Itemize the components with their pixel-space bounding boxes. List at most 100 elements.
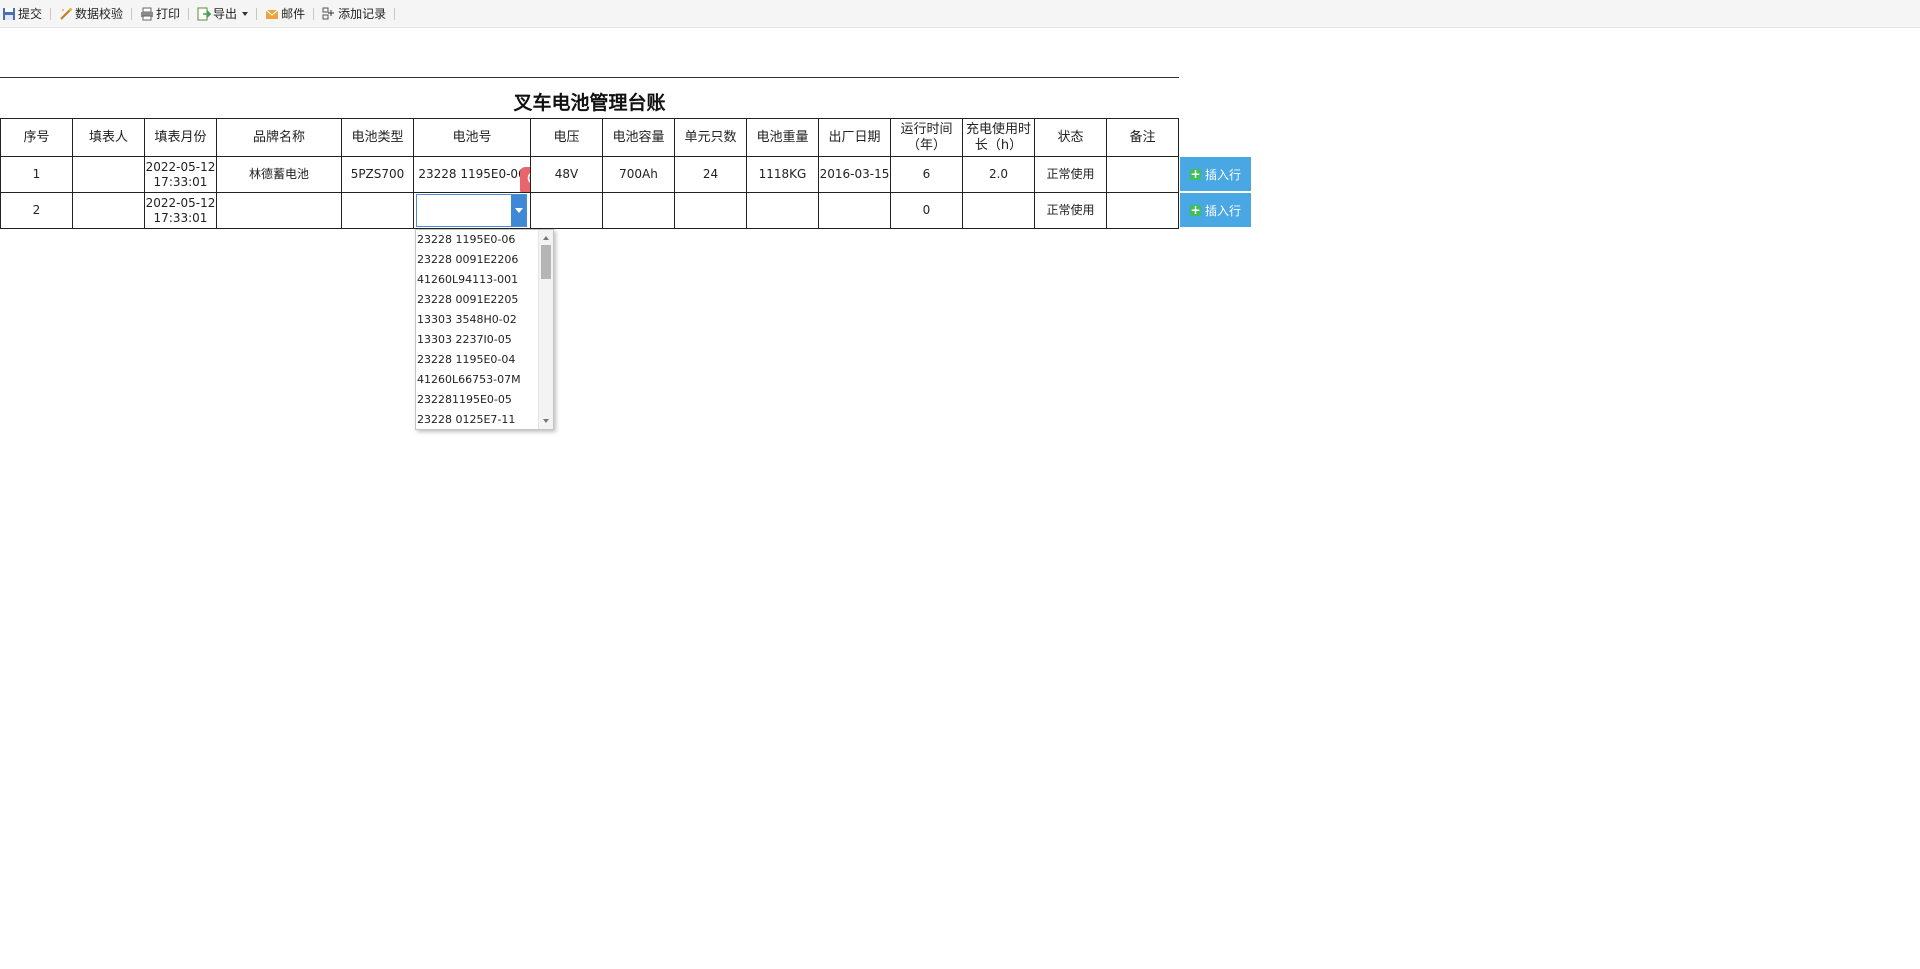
battery-no-dropdown-list: 23228 1195E0-06 23228 0091E2206 41260L94…	[415, 229, 554, 430]
header-cell-type: 电池类型	[341, 118, 414, 157]
validate-label: 数据校验	[75, 7, 124, 21]
header-cell-voltage: 电压	[530, 118, 603, 157]
dropdown-option[interactable]: 41260L66753-07M	[416, 370, 538, 390]
chevron-down-icon	[514, 208, 523, 213]
header-cell-charge-hours: 充电使用时长（h）	[962, 118, 1035, 157]
insert-row-label: 插入行	[1204, 203, 1241, 218]
cell-month[interactable]: 2022-05-12 17:33:01	[144, 156, 217, 193]
table-row: 1 2022-05-12 17:33:01 林德蓄电池 5PZS700 2322…	[0, 156, 1179, 193]
submit-button[interactable]: 提交	[0, 4, 44, 24]
dropdown-option[interactable]: 23228 0091E2206	[416, 250, 538, 270]
plus-icon: +	[1189, 202, 1201, 217]
cell-brand[interactable]: 林德蓄电池	[216, 156, 342, 193]
cell-no[interactable]: 2	[0, 192, 73, 229]
add-record-icon	[322, 7, 336, 21]
battery-no-combobox[interactable]	[416, 194, 527, 227]
print-label: 打印	[156, 7, 181, 21]
cell-weight[interactable]: 1118KG	[746, 156, 819, 193]
export-icon	[197, 7, 212, 21]
dropdown-option[interactable]: 23228 1195E0-06	[416, 230, 538, 250]
cell-type[interactable]	[341, 192, 414, 229]
printer-icon	[140, 7, 154, 21]
toolbar-separator	[131, 7, 133, 20]
print-button[interactable]: 打印	[138, 4, 182, 24]
header-cell-remark: 备注	[1106, 118, 1179, 157]
scroll-down-icon[interactable]	[543, 419, 549, 423]
header-cell-filler: 填表人	[72, 118, 145, 157]
mail-label: 邮件	[281, 7, 306, 21]
insert-row-label: 插入行	[1204, 167, 1241, 182]
search-icon	[526, 170, 530, 192]
cell-voltage[interactable]	[530, 192, 603, 229]
cell-status[interactable]: 正常使用	[1034, 192, 1107, 229]
header-cell-capacity: 电池容量	[602, 118, 675, 157]
cell-charge-hours[interactable]: 2.0	[962, 156, 1035, 193]
cell-battery-no[interactable]: 23228 1195E0-06	[413, 156, 531, 193]
cell-remark[interactable]	[1106, 156, 1179, 193]
header-cell-status: 状态	[1034, 118, 1107, 157]
scrollbar-thumb[interactable]	[541, 245, 551, 279]
dropdown-option[interactable]: 23228 1195E0-04	[416, 350, 538, 370]
cell-run-years[interactable]: 0	[890, 192, 963, 229]
header-cell-no: 序号	[0, 118, 73, 157]
cell-type[interactable]: 5PZS700	[341, 156, 414, 193]
cell-cells[interactable]: 24	[674, 156, 747, 193]
cell-run-years[interactable]: 6	[890, 156, 963, 193]
dropdown-arrow-button[interactable]	[511, 195, 526, 226]
toolbar-separator	[50, 7, 52, 20]
battery-ledger-table: 序号 填表人 填表月份 品牌名称 电池类型 电池号 电压 电池容量 单元只数 电…	[0, 118, 1179, 229]
dropdown-options: 23228 1195E0-06 23228 0091E2206 41260L94…	[416, 230, 538, 429]
dropdown-option[interactable]: 23228 0091E2205	[416, 290, 538, 310]
insert-row-button[interactable]: + 插入行	[1180, 193, 1251, 227]
cell-capacity[interactable]: 700Ah	[602, 156, 675, 193]
battery-no-value: 23228 1195E0-06	[418, 167, 526, 181]
scroll-up-icon[interactable]	[543, 236, 549, 240]
cell-filler[interactable]	[72, 192, 145, 229]
add-record-button[interactable]: 添加记录	[320, 4, 388, 24]
cell-capacity[interactable]	[602, 192, 675, 229]
cell-factory-date[interactable]	[818, 192, 891, 229]
table-header-row: 序号 填表人 填表月份 品牌名称 电池类型 电池号 电压 电池容量 单元只数 电…	[0, 118, 1179, 157]
toolbar-separator	[256, 7, 258, 20]
cell-status[interactable]: 正常使用	[1034, 156, 1107, 193]
toolbar: 提交 数据校验 打印 导出 邮件 添加记录	[0, 0, 1920, 28]
export-label: 导出	[213, 7, 238, 21]
header-cell-cells: 单元只数	[674, 118, 747, 157]
cell-voltage[interactable]: 48V	[530, 156, 603, 193]
table-row: 2 2022-05-12 17:33:01 0 正常使用	[0, 192, 1179, 229]
cell-cells[interactable]	[674, 192, 747, 229]
dropdown-option[interactable]: 232281195E0-05	[416, 390, 538, 410]
header-cell-weight: 电池重量	[746, 118, 819, 157]
header-cell-factory-date: 出厂日期	[818, 118, 891, 157]
cell-remark[interactable]	[1106, 192, 1179, 229]
toolbar-separator	[313, 7, 315, 20]
cell-no[interactable]: 1	[0, 156, 73, 193]
dropdown-scrollbar[interactable]	[538, 230, 553, 429]
cell-battery-no[interactable]	[413, 192, 531, 229]
toolbar-separator	[394, 7, 396, 20]
validate-button[interactable]: 数据校验	[57, 4, 125, 24]
dropdown-option[interactable]: 41260L94113-001	[416, 270, 538, 290]
dropdown-option[interactable]: 23228 0125E7-11	[416, 410, 538, 429]
header-cell-brand: 品牌名称	[216, 118, 342, 157]
header-cell-run-years: 运行时间（年）	[890, 118, 963, 157]
cell-weight[interactable]	[746, 192, 819, 229]
dropdown-option[interactable]: 13303 2237I0-05	[416, 330, 538, 350]
cell-factory-date[interactable]: 2016-03-15	[818, 156, 891, 193]
mail-icon	[265, 7, 279, 21]
add-record-label: 添加记录	[338, 7, 387, 21]
header-cell-month: 填表月份	[144, 118, 217, 157]
cell-brand[interactable]	[216, 192, 342, 229]
mail-button[interactable]: 邮件	[263, 4, 307, 24]
title-divider	[0, 77, 1179, 78]
search-button[interactable]	[520, 167, 530, 192]
cell-filler[interactable]	[72, 156, 145, 193]
submit-label: 提交	[18, 7, 43, 21]
dropdown-option[interactable]: 13303 3548H0-02	[416, 310, 538, 330]
report-title: 叉车电池管理台账	[513, 92, 666, 114]
cell-charge-hours[interactable]	[962, 192, 1035, 229]
cell-month[interactable]: 2022-05-12 17:33:01	[144, 192, 217, 229]
insert-row-button[interactable]: + 插入行	[1180, 157, 1251, 191]
save-icon	[2, 7, 16, 21]
export-button[interactable]: 导出	[195, 4, 250, 24]
